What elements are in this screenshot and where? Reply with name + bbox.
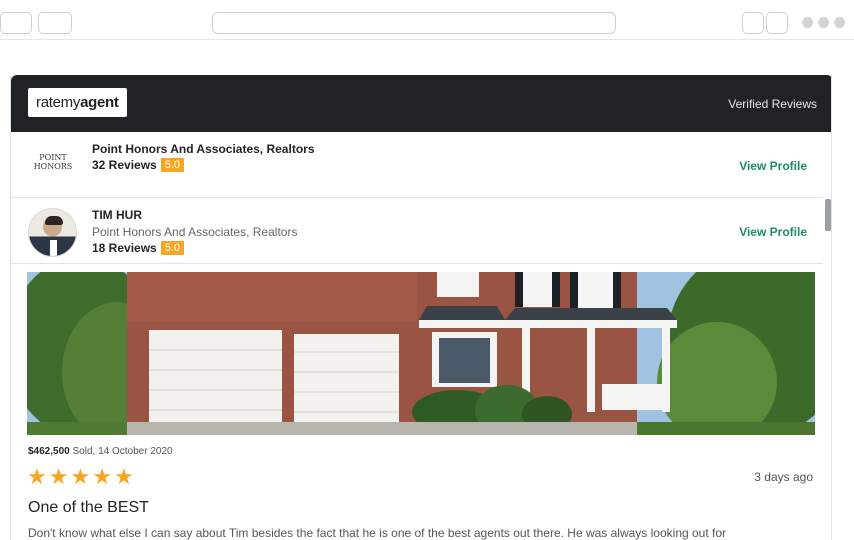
sold-info: $462,500 Sold, 14 October 2020 <box>28 446 173 457</box>
tabs-button[interactable] <box>766 12 788 34</box>
scrollbar-thumb[interactable] <box>825 199 831 231</box>
forward-button[interactable] <box>38 12 72 34</box>
sold-date: Sold, 14 October 2020 <box>69 446 173 457</box>
window-dot-icon <box>818 17 829 28</box>
review-title: One of the BEST <box>28 499 149 516</box>
star-rating: ★ ★ ★ ★ ★ <box>27 465 134 489</box>
star-icon: ★ <box>113 464 134 489</box>
agency-review-count: 32 Reviews 5.0 <box>92 158 185 172</box>
browser-chrome <box>0 0 854 40</box>
window-dot-icon <box>834 17 845 28</box>
agent-reviews-text: 18 Reviews <box>92 241 157 255</box>
star-icon: ★ <box>27 464 47 489</box>
agency-logo-line2: HONORS <box>33 162 73 171</box>
review-body: Don't know what else I can say about Tim… <box>28 526 727 540</box>
agency-name: Point Honors And Associates, Realtors <box>92 142 315 156</box>
house-photo-illustration <box>27 272 815 435</box>
logo-text-my: my <box>60 94 81 111</box>
logo-text-rate: rate <box>36 94 61 111</box>
agency-logo: POINT HONORS <box>32 153 74 177</box>
ratemyagent-logo[interactable]: rate my agent <box>28 88 127 117</box>
agent-score-badge: 5.0 <box>160 241 185 255</box>
avatar-hair <box>45 216 63 225</box>
agent-review-count: 18 Reviews 5.0 <box>92 241 185 255</box>
review-age: 3 days ago <box>754 470 813 484</box>
avatar-collar <box>50 240 57 256</box>
agent-agency: Point Honors And Associates, Realtors <box>92 225 298 239</box>
address-bar[interactable] <box>212 12 616 34</box>
property-photo <box>27 272 815 435</box>
agency-view-profile-link[interactable]: View Profile <box>739 159 807 173</box>
star-icon: ★ <box>48 464 69 489</box>
logo-text-agent: agent <box>80 94 119 111</box>
share-button[interactable] <box>742 12 764 34</box>
agency-reviews-text: 32 Reviews <box>92 158 157 172</box>
agent-avatar <box>28 208 77 257</box>
back-button[interactable] <box>0 12 32 34</box>
verified-reviews-label: Verified Reviews <box>728 97 817 111</box>
agent-view-profile-link[interactable]: View Profile <box>739 225 807 239</box>
agency-row: POINT HONORS Point Honors And Associates… <box>11 132 823 198</box>
agency-score-badge: 5.0 <box>160 158 185 172</box>
star-icon: ★ <box>70 464 91 489</box>
widget-header: rate my agent Verified Reviews <box>11 75 831 132</box>
agency-logo-line1: POINT <box>39 153 67 162</box>
sold-price: $462,500 <box>28 446 70 457</box>
reviews-widget: rate my agent Verified Reviews POINT HONOR… <box>10 75 832 540</box>
window-dot-icon <box>802 17 813 28</box>
agent-name: TIM HUR <box>92 208 142 222</box>
agent-row: TIM HUR Point Honors And Associates, Rea… <box>11 198 823 264</box>
star-icon: ★ <box>92 464 112 489</box>
